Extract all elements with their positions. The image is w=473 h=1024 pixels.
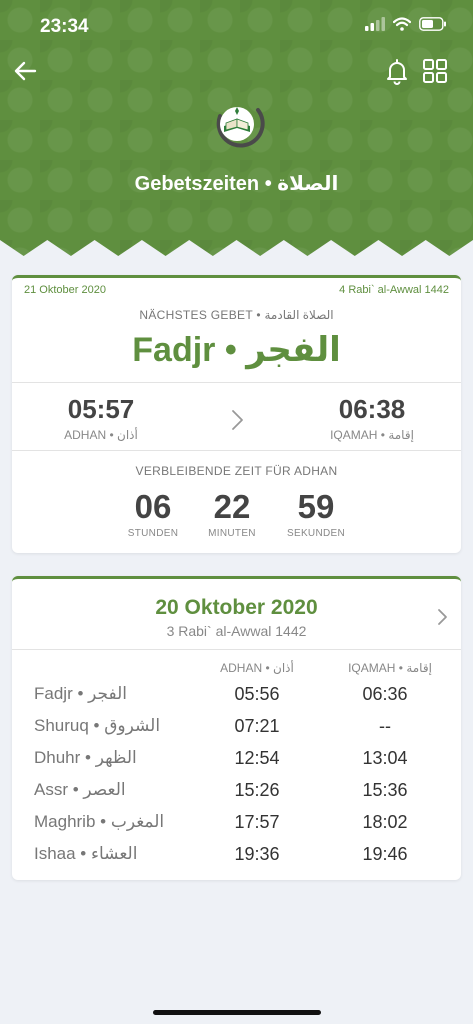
adhan-label: ADHAN • أذان xyxy=(64,428,138,442)
next-prayer-name: Fadjr • الفجر xyxy=(132,331,341,369)
prayer-row-shuruq: Shuruq • الشروق 07:21 -- xyxy=(12,716,461,746)
adhan-time: 05:57 xyxy=(67,394,135,424)
countdown-hours-value: 06 xyxy=(134,488,172,525)
iqamah-time: 18:02 xyxy=(362,812,408,832)
prayer-name: Shuruq • الشروق xyxy=(34,716,161,735)
prayer-row-assr: Assr • العصر 15:26 15:36 xyxy=(12,780,461,810)
prayer-name: Assr • العصر xyxy=(34,780,126,799)
countdown-hours-unit: STUNDEN xyxy=(127,528,179,539)
iqamah-time: 06:38 xyxy=(338,394,406,424)
iqamah-time: -- xyxy=(379,716,391,736)
adhan-column-header: ADHAN • أذان xyxy=(220,661,294,675)
adhan-time: 15:26 xyxy=(234,780,280,800)
prayer-name: Dhuhr • الظهر xyxy=(34,748,137,767)
divider xyxy=(12,450,461,451)
countdown-seconds: 59 SEKUNDEN xyxy=(271,488,361,539)
battery-icon xyxy=(419,17,446,31)
wifi-icon xyxy=(393,17,411,31)
iqamah-time: 06:36 xyxy=(362,684,408,704)
gregorian-date: 21 Oktober 2020 xyxy=(24,284,106,296)
adhan-time-block: 05:57 ADHAN • أذان xyxy=(26,382,176,442)
prayer-schedule-card: 20 Oktober 2020 3 Rabi` al-Awwal 1442 AD… xyxy=(12,576,461,880)
next-day-chevron-icon[interactable] xyxy=(435,607,449,627)
chevron-right-icon xyxy=(232,410,243,430)
quran-logo-icon xyxy=(216,107,265,148)
adhan-time: 17:57 xyxy=(234,812,280,832)
signal-icon xyxy=(365,17,385,31)
bell-icon[interactable] xyxy=(383,57,411,85)
prayer-row-ishaa: Ishaa • العشاء 19:36 19:46 xyxy=(12,844,461,874)
prayer-name: Maghrib • المغرب xyxy=(34,812,165,831)
schedule-date[interactable]: 20 Oktober 2020 xyxy=(12,596,461,620)
prayer-row-maghrib: Maghrib • المغرب 17:57 18:02 xyxy=(12,812,461,842)
countdown-minutes: 22 MINUTEN xyxy=(187,488,277,539)
countdown-seconds-unit: SEKUNDEN xyxy=(287,528,345,539)
hijri-date: 4 Rabi` al-Awwal 1442 xyxy=(339,284,449,296)
iqamah-time: 15:36 xyxy=(362,780,408,800)
status-time: 23:34 xyxy=(40,16,89,37)
remaining-time-label: VERBLEIBENDE ZEIT FÜR ADHAN xyxy=(135,464,338,478)
next-prayer-label: NÄCHSTES GEBET • الصلاة القادمة xyxy=(139,308,334,322)
prayer-row-fadjr: Fadjr • الفجر 05:56 06:36 xyxy=(12,684,461,714)
iqamah-column-header: IQAMAH • إقامة xyxy=(348,661,432,675)
adhan-time: 07:21 xyxy=(234,716,280,736)
prayer-name: Ishaa • العشاء xyxy=(34,844,138,863)
status-icons xyxy=(365,17,447,31)
countdown-minutes-value: 22 xyxy=(213,488,251,525)
countdown: 06 STUNDEN 22 MINUTEN 59 SEKUNDEN xyxy=(12,488,461,548)
adhan-time: 12:54 xyxy=(234,748,280,768)
divider xyxy=(12,649,461,650)
iqamah-time-block: 06:38 IQAMAH • إقامة xyxy=(297,382,447,442)
adhan-time: 19:36 xyxy=(234,844,280,864)
prayer-row-dhuhr: Dhuhr • الظهر 12:54 13:04 xyxy=(12,748,461,778)
countdown-hours: 06 STUNDEN xyxy=(108,488,198,539)
schedule-hijri-date: 3 Rabi` al-Awwal 1442 xyxy=(166,623,307,639)
next-prayer-card: 21 Oktober 2020 4 Rabi` al-Awwal 1442 NÄ… xyxy=(12,275,461,553)
adhan-time: 05:56 xyxy=(234,684,280,704)
iqamah-time: 13:04 xyxy=(362,748,408,768)
next-prayer-times: 05:57 ADHAN • أذان 06:38 IQAMAH • إقامة xyxy=(12,382,461,448)
navigation-bar xyxy=(0,55,473,91)
countdown-minutes-unit: MINUTEN xyxy=(208,528,256,539)
countdown-seconds-value: 59 xyxy=(297,488,335,525)
next-prayer-dates: 21 Oktober 2020 4 Rabi` al-Awwal 1442 xyxy=(24,284,449,300)
iqamah-label: IQAMAH • إقامة xyxy=(330,428,414,442)
back-arrow-icon[interactable] xyxy=(12,57,40,85)
home-indicator[interactable] xyxy=(153,1010,321,1015)
grid-icon[interactable] xyxy=(421,57,449,85)
page-title: Gebetszeiten • الصلاة xyxy=(134,173,339,195)
prayer-name: Fadjr • الفجر xyxy=(34,684,127,703)
status-bar: 23:34 xyxy=(0,0,473,50)
iqamah-time: 19:46 xyxy=(362,844,408,864)
